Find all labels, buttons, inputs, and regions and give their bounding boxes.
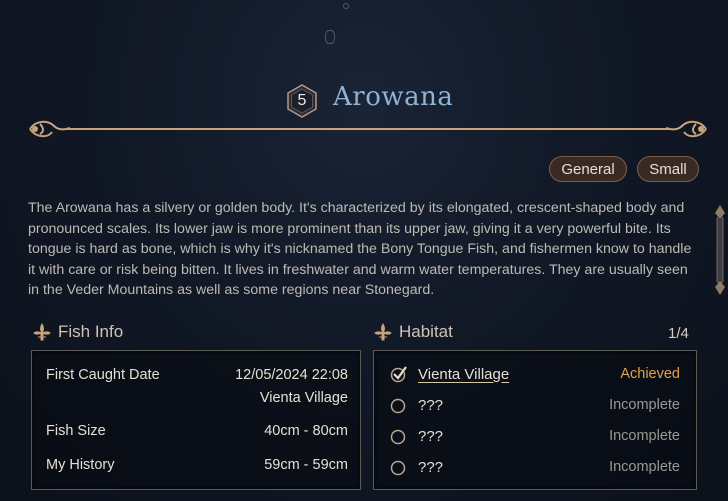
habitat-progress-counter: 1/4 [668, 325, 689, 342]
habitat-row[interactable]: ??? Incomplete [390, 424, 680, 448]
my-history-label: My History [46, 457, 115, 473]
fish-info-title: Fish Info [58, 322, 124, 341]
fish-info-panel: First Caught Date 12/05/2024 22:08 Vient… [31, 350, 361, 490]
habitat-row[interactable]: ??? Incomplete [390, 455, 680, 479]
habitat-title: Habitat [399, 322, 453, 341]
first-caught-label: First Caught Date [46, 367, 160, 383]
rank-number: 5 [297, 92, 307, 109]
fish-size-label: Fish Size [46, 423, 106, 439]
rank-badge: 5 [284, 83, 320, 119]
habitat-name[interactable]: Vienta Village [418, 366, 509, 383]
fish-description: The Arowana has a silvery or golden body… [28, 200, 692, 298]
habitat-heading: Habitat [373, 322, 453, 342]
empty-circle-icon [390, 460, 406, 476]
description-scrollbar[interactable] [714, 205, 726, 295]
habitat-status: Incomplete [609, 397, 680, 413]
fish-name: Arowana [333, 82, 454, 112]
empty-circle-icon [390, 429, 406, 445]
habitat-name: ??? [418, 396, 444, 414]
first-caught-place: Vienta Village [259, 390, 348, 406]
empty-circle-icon [390, 398, 406, 414]
habitat-name: ??? [418, 458, 444, 476]
tag-general[interactable]: General [549, 156, 627, 182]
fish-size-value: 40cm - 80cm [264, 423, 348, 439]
tag-small[interactable]: Small [637, 156, 699, 182]
habitat-status: Incomplete [609, 459, 680, 475]
my-history-value: 59cm - 59cm [264, 457, 348, 473]
habitat-panel: Vienta Village Achieved ??? Incomplete ?… [373, 350, 697, 490]
habitat-row[interactable]: Vienta Village Achieved [390, 362, 680, 386]
fish-header: 5 Arowana [0, 0, 728, 150]
first-caught-date: 12/05/2024 22:08 [235, 367, 348, 383]
habitat-status: Incomplete [609, 428, 680, 444]
habitat-status: Achieved [620, 366, 680, 382]
fish-info-heading: Fish Info [32, 322, 123, 342]
habitat-name: ??? [418, 427, 444, 445]
fleur-de-lis-icon [33, 323, 51, 341]
habitat-row[interactable]: ??? Incomplete [390, 393, 680, 417]
checkmark-icon [390, 366, 407, 383]
fleur-de-lis-icon [374, 323, 392, 341]
title-divider-ornament [29, 120, 707, 138]
